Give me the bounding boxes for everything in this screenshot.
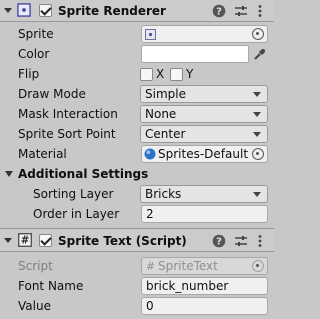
material-value: Sprites-Default [158,147,249,161]
sprite-sort-point-value: Center [145,127,186,141]
flip-x-label: X [156,67,165,81]
value-row: Value 0 [0,296,274,316]
object-picker-icon[interactable] [252,148,264,160]
foldout-arrow-icon[interactable] [4,238,12,243]
chevron-down-icon [253,112,261,117]
sorting-layer-label: Sorting Layer [33,187,114,201]
mask-interaction-row: Mask Interaction None [0,104,274,124]
color-label: Color [18,47,50,61]
color-field[interactable] [141,45,249,63]
chevron-down-icon [253,92,261,97]
component-separator [0,228,274,229]
foldout-arrow-icon[interactable] [4,8,12,13]
eyedropper-icon[interactable] [253,48,266,61]
sprite-row: Sprite [0,24,274,44]
kebab-menu-icon[interactable] [257,4,263,18]
script-field: # SpriteText [141,257,268,275]
preset-sliders-icon[interactable] [234,234,248,248]
flip-label: Flip [18,67,40,81]
mask-interaction-value: None [145,107,177,121]
object-picker-icon [252,260,264,272]
draw-mode-dropdown[interactable]: Simple [140,85,268,103]
sprite-renderer-enabled-checkbox[interactable] [39,4,52,17]
chevron-down-icon [253,192,261,197]
color-row: Color [0,44,274,64]
draw-mode-value: Simple [145,87,186,101]
help-icon[interactable]: ? [212,4,226,18]
font-name-row: Font Name brick_number [0,276,274,296]
script-row: Script # SpriteText [0,256,274,276]
script-value: SpriteText [158,259,218,273]
sprite-sort-point-dropdown[interactable]: Center [140,125,268,143]
script-hash-icon: # [146,260,155,272]
font-name-label: Font Name [18,279,84,293]
sorting-layer-row: Sorting Layer Bricks [0,184,274,204]
foldout-arrow-icon[interactable] [5,171,13,177]
additional-settings-title: Additional Settings [18,167,149,181]
material-label: Material [18,147,67,161]
order-in-layer-row: Order in Layer 2 [0,204,274,224]
chevron-down-icon [253,132,261,137]
mask-interaction-dropdown[interactable]: None [140,105,268,123]
flip-y-checkbox[interactable] [170,68,183,81]
script-hash-icon: # [18,233,32,247]
sprite-renderer-header[interactable]: Sprite Renderer ? [0,0,274,22]
component-title: Sprite Text (Script) [58,234,187,248]
object-picker-icon[interactable] [252,28,264,40]
font-name-input[interactable]: brick_number [141,277,268,295]
sprite-text-enabled-checkbox[interactable] [39,234,52,247]
sprite-thumbnail-icon [145,29,156,40]
preset-sliders-icon[interactable] [234,4,248,18]
value-label: Value [18,299,51,313]
component-title: Sprite Renderer [58,4,166,18]
svg-text:#: # [21,235,30,247]
material-field[interactable]: Sprites-Default [141,145,268,163]
help-icon[interactable]: ? [212,234,226,248]
additional-settings-foldout[interactable]: Additional Settings [0,164,274,184]
flip-x-checkbox[interactable] [140,68,153,81]
svg-text:?: ? [216,237,222,248]
sprite-sort-point-label: Sprite Sort Point [18,127,116,141]
draw-mode-label: Draw Mode [18,87,86,101]
material-row: Material Sprites-Default [0,144,274,164]
order-in-layer-input[interactable]: 2 [141,205,268,223]
value-input[interactable]: 0 [141,297,268,315]
kebab-menu-icon[interactable] [257,234,263,248]
sorting-layer-value: Bricks [145,187,182,201]
order-in-layer-label: Order in Layer [33,207,120,221]
sprite-renderer-icon [17,3,31,17]
sprite-label: Sprite [18,27,54,41]
mask-interaction-label: Mask Interaction [18,107,118,121]
sprite-field[interactable] [141,25,268,43]
draw-mode-row: Draw Mode Simple [0,84,274,104]
script-label: Script [18,259,53,273]
svg-text:#: # [146,260,155,272]
sprite-text-header[interactable]: # Sprite Text (Script) ? [0,230,274,252]
sprite-sort-point-row: Sprite Sort Point Center [0,124,274,144]
flip-row: Flip X Y [0,64,274,84]
flip-y-label: Y [186,67,194,81]
material-sphere-icon [144,148,156,160]
sorting-layer-dropdown[interactable]: Bricks [140,185,268,203]
svg-text:?: ? [216,7,222,18]
